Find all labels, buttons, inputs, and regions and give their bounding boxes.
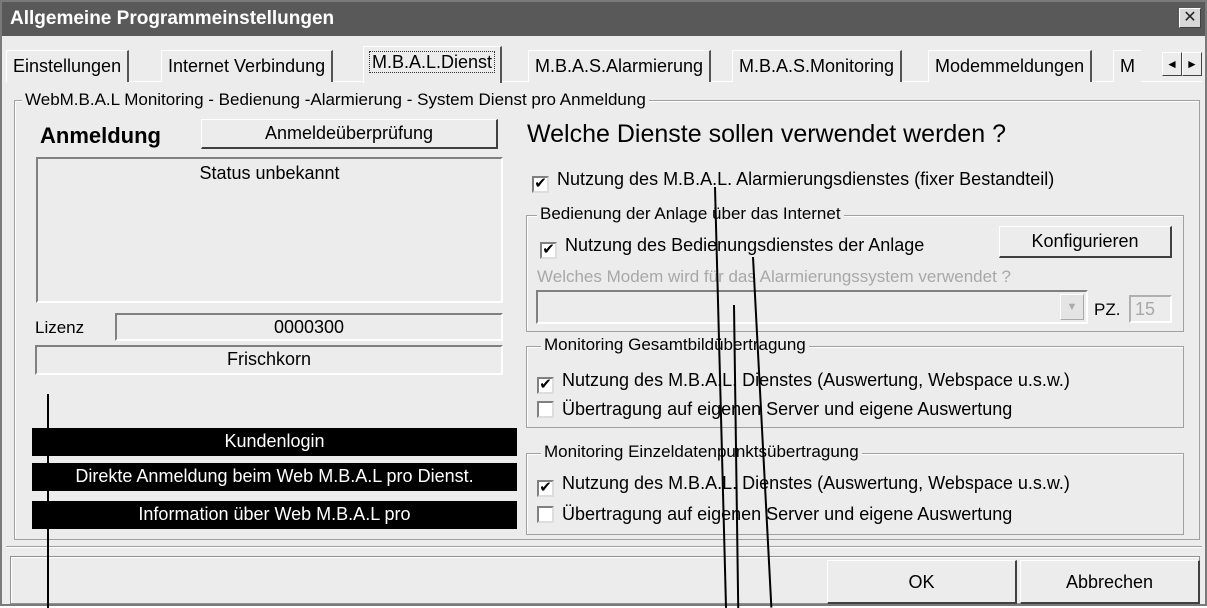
cancel-button[interactable]: Abbrechen: [1020, 560, 1200, 604]
scroll-right-icon[interactable]: ►: [1182, 52, 1202, 76]
tab-internet-verbindung[interactable]: Internet Verbindung: [161, 50, 334, 82]
einzel-option-mbal[interactable]: ✔ Nutzung des M.B.A.L. Dienstes (Auswertu…: [537, 473, 1070, 497]
kundenlogin-button[interactable]: Kundenlogin: [32, 428, 517, 456]
alarm-service-option[interactable]: ✔ Nutzung des M.B.A.L. Alarmierungsdienst…: [532, 169, 1054, 193]
tab-strip: Einstellungen Internet Verbindung M.B.A.…: [6, 46, 1202, 83]
lizenz-label: Lizenz: [35, 318, 85, 337]
gesamtbild-option-own[interactable]: Übertragung auf eigenen Server und eigen…: [537, 399, 1012, 420]
tab-modemmeldungen[interactable]: Modemmeldungen: [928, 50, 1093, 82]
window-title: Allgemeine Programmeinstellungen: [10, 8, 335, 29]
einzel-legend: Monitoring Einzeldatenpunktsübertragung: [541, 442, 862, 462]
close-icon[interactable]: ✕: [1179, 8, 1201, 28]
gesamtbild-mbal-label: Nutzung des M.B.A.L. Dienstes (Auswertun…: [562, 370, 1070, 390]
tab-mbal-dienst[interactable]: M.B.A.L.Dienst: [363, 46, 503, 83]
gesamtbild-legend: Monitoring Gesamtbildübertragung: [541, 335, 809, 355]
bedienung-legend: Bedienung der Anlage über das Internet: [537, 204, 844, 224]
check-registration-button[interactable]: Anmeldeüberprüfung: [201, 119, 498, 149]
direct-register-button[interactable]: Direkte Anmeldung beim Web M.B.A.L pro D…: [32, 463, 517, 491]
tab-einstellungen[interactable]: Einstellungen: [6, 50, 130, 82]
anmeldung-heading: Anmeldung: [40, 123, 161, 148]
main-group-legend: WebM.B.A.L Monitoring - Bedienung -Alarm…: [22, 90, 649, 110]
einzel-own-checkbox[interactable]: [537, 506, 554, 523]
gesamtbild-own-label: Übertragung auf eigenen Server und eigen…: [562, 399, 1013, 419]
einzel-mbal-checkbox[interactable]: ✔: [537, 480, 554, 497]
tab-label: Internet Verbindung: [168, 56, 326, 76]
info-button[interactable]: Information über Web M.B.A.L pro: [32, 501, 517, 529]
bedienung-checkbox[interactable]: ✔: [540, 242, 557, 259]
tab-scroll: ◄ ►: [1162, 52, 1202, 76]
einzel-option-own[interactable]: Übertragung auf eigenen Server und eigen…: [537, 504, 1012, 525]
tab-mbas-monitoring[interactable]: M.B.A.S.Monitoring: [732, 50, 903, 82]
lizenz-field[interactable]: 0000300: [115, 313, 503, 341]
scroll-left-icon[interactable]: ◄: [1162, 52, 1182, 76]
pz-label: PZ.: [1094, 300, 1121, 319]
tab-label: Einstellungen: [13, 56, 122, 76]
alarm-service-checkbox[interactable]: ✔: [532, 176, 549, 193]
configure-button[interactable]: Konfigurieren: [999, 226, 1172, 258]
tab-label: Modemmeldungen: [935, 56, 1085, 76]
services-heading: Welche Dienste sollen verwendet werden ?: [527, 120, 1006, 148]
bedienung-option[interactable]: ✔ Nutzung des Bedienungsdienstes der Anla…: [540, 235, 924, 259]
chevron-down-icon[interactable]: ▼: [1060, 294, 1084, 320]
settings-dialog: Allgemeine Programmeinstellungen ✕ Einst…: [0, 0, 1207, 608]
gesamtbild-option-mbal[interactable]: ✔ Nutzung des M.B.A.L. Dienstes (Auswertu…: [537, 370, 1070, 394]
status-box: Status unbekannt: [36, 157, 503, 303]
tab-label: M: [1120, 56, 1135, 76]
gesamtbild-mbal-checkbox[interactable]: ✔: [537, 377, 554, 394]
annotation-line: [47, 394, 49, 608]
pz-field[interactable]: 15: [1129, 295, 1172, 323]
ok-button[interactable]: OK: [827, 560, 1017, 604]
tab-more[interactable]: M: [1113, 50, 1141, 82]
tab-label: M.B.A.S.Alarmierung: [535, 56, 704, 76]
title-bar: Allgemeine Programmeinstellungen ✕: [2, 2, 1205, 36]
bedienung-label: Nutzung des Bedienungsdienstes der Anlag…: [565, 235, 925, 255]
tab-mbas-alarmierung[interactable]: M.B.A.S.Alarmierung: [528, 50, 712, 82]
alarm-service-label: Nutzung des M.B.A.L. Alarmierungsdienste…: [557, 169, 1055, 189]
gesamtbild-own-checkbox[interactable]: [537, 401, 554, 418]
modem-label: Welches Modem wird für das Alarmierungss…: [537, 267, 1011, 286]
einzel-own-label: Übertragung auf eigenen Server und eigen…: [562, 504, 1013, 524]
footer-separator: [6, 546, 1202, 548]
status-text: Status unbekannt: [199, 163, 340, 183]
einzel-mbal-label: Nutzung des M.B.A.L. Dienstes (Auswertun…: [562, 473, 1070, 493]
customer-name-field[interactable]: Frischkorn: [35, 345, 503, 375]
tab-label: M.B.A.L.Dienst: [368, 51, 496, 73]
modem-select[interactable]: ▼: [536, 290, 1088, 324]
tab-label: M.B.A.S.Monitoring: [739, 56, 895, 76]
